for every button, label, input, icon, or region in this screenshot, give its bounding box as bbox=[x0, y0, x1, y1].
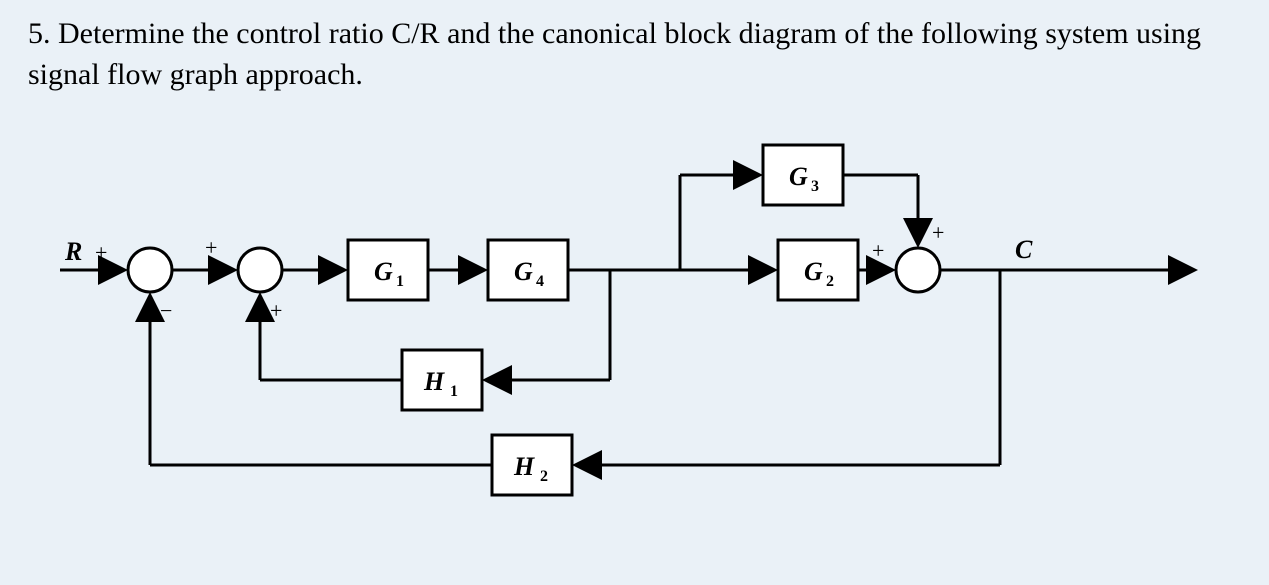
h2-sub: 2 bbox=[540, 468, 548, 485]
summer-3 bbox=[896, 248, 940, 292]
g4-base: G bbox=[514, 257, 533, 286]
s2-bottom-plus: + bbox=[270, 298, 282, 323]
s2-top-plus: + bbox=[205, 235, 217, 260]
g2-base: G bbox=[804, 257, 823, 286]
input-plus: + bbox=[95, 240, 107, 265]
output-label: C bbox=[1015, 235, 1033, 264]
summer-2 bbox=[238, 248, 282, 292]
s3-top-plus: + bbox=[932, 220, 944, 245]
h1-sub: 1 bbox=[450, 383, 458, 400]
h1-base: H bbox=[423, 367, 445, 396]
g1-base: G bbox=[374, 257, 393, 286]
summer-1 bbox=[128, 248, 172, 292]
g3-sub: 3 bbox=[811, 178, 819, 195]
s3-left-plus: + bbox=[872, 238, 884, 263]
input-label: R bbox=[64, 237, 82, 266]
h2-base: H bbox=[513, 452, 535, 481]
page: 5. Determine the control ratio C/R and t… bbox=[0, 0, 1269, 585]
s1-bottom-minus: − bbox=[160, 298, 172, 323]
question-text: 5. Determine the control ratio C/R and t… bbox=[28, 14, 1241, 95]
g3-base: G bbox=[789, 162, 808, 191]
block-diagram: R + + G 1 G 4 G 3 bbox=[40, 120, 1220, 570]
g1-sub: 1 bbox=[396, 273, 404, 290]
g4-sub: 4 bbox=[536, 273, 544, 290]
g2-sub: 2 bbox=[826, 273, 834, 290]
